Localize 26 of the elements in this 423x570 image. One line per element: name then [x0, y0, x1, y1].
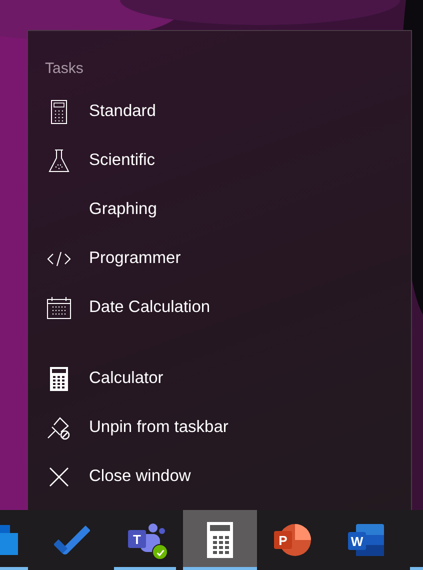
menu-item[interactable]: Graphing: [28, 185, 411, 234]
calculator-icon: [50, 366, 68, 390]
calculator-icon: [50, 100, 66, 124]
menu-item[interactable]: Close window: [28, 452, 411, 501]
unpin-icon: [46, 416, 70, 440]
menu-item[interactable]: Date Calculation: [28, 283, 411, 332]
menu-item[interactable]: Unpin from taskbar: [28, 403, 411, 452]
status-icon: [152, 544, 168, 560]
code-icon: [46, 250, 70, 266]
menu-item[interactable]: Standard: [28, 87, 411, 136]
calendar-icon: [46, 296, 70, 318]
taskbar-button[interactable]: P: [257, 510, 331, 570]
menu-item[interactable]: Programmer: [28, 234, 411, 283]
doc-logo: W: [348, 532, 366, 550]
taskbar-button[interactable]: [183, 510, 257, 570]
checkmark-icon: [54, 525, 90, 555]
teams-logo: T: [128, 530, 146, 548]
close-icon: [48, 466, 68, 486]
slides-logo: P: [274, 531, 292, 549]
taskbar-button[interactable]: T: [109, 510, 183, 570]
calculator-icon: [207, 522, 233, 558]
taskbar-button[interactable]: W: [331, 510, 405, 570]
menu-item[interactable]: Scientific: [28, 136, 411, 185]
flask-icon: [48, 148, 70, 172]
section-heading: Tasks: [45, 59, 84, 79]
menu-item[interactable]: Calculator: [28, 354, 411, 403]
